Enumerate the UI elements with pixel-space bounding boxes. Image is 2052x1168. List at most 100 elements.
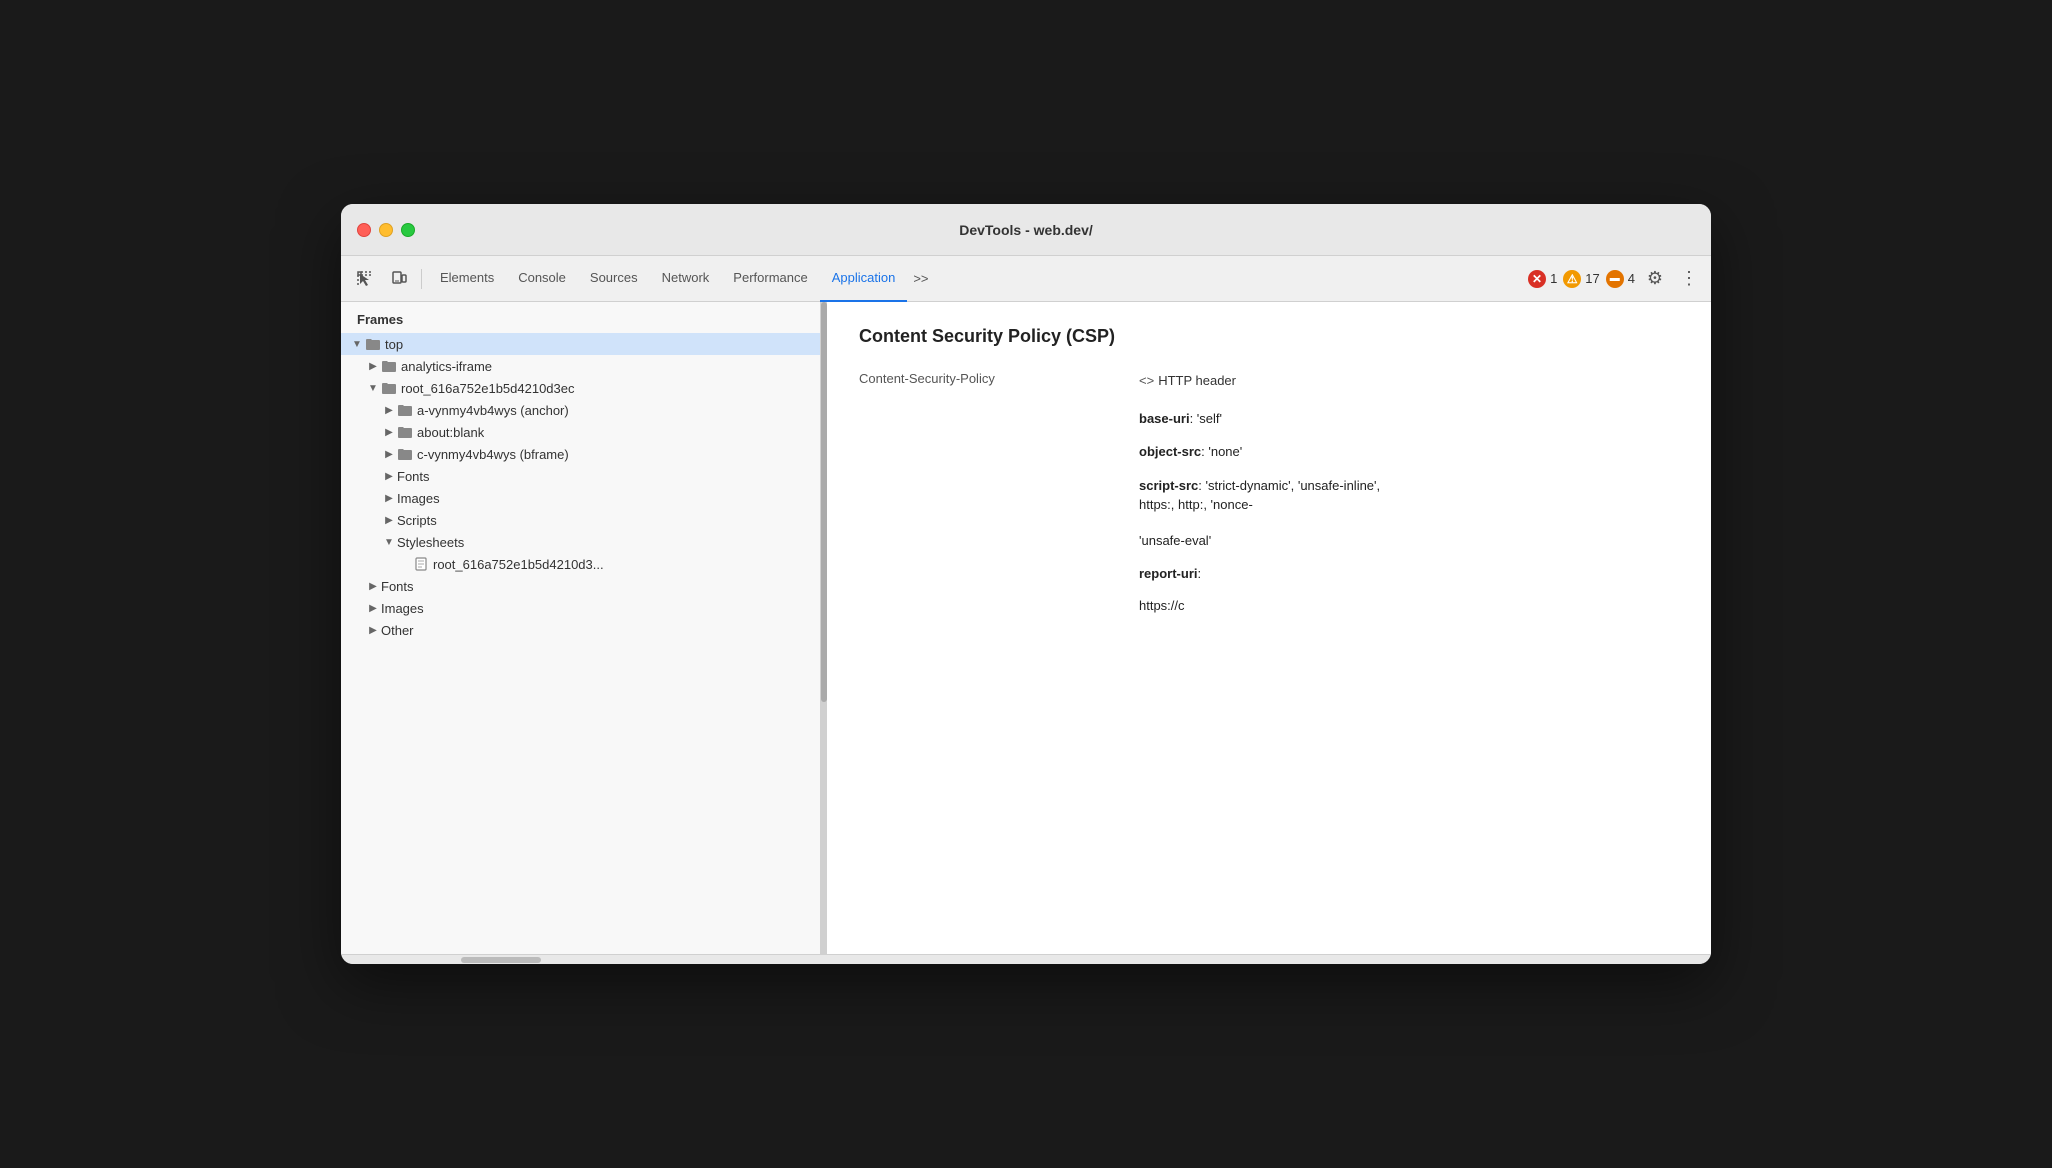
tree-arrow-stylesheets-inner	[381, 534, 397, 550]
tree-arrow-other-outer	[365, 622, 381, 638]
csp-row-object-src: object-src: 'none'	[859, 442, 1679, 462]
sidebar-item-bframe[interactable]: c-vynmy4vb4wys (bframe)	[341, 443, 820, 465]
tree-arrow-root	[365, 380, 381, 396]
sidebar-item-label-about-blank: about:blank	[417, 425, 484, 440]
settings-button[interactable]: ⚙	[1641, 265, 1669, 293]
sidebar-item-scripts-inner[interactable]: Scripts	[341, 509, 820, 531]
csp-row-base-uri: base-uri: 'self'	[859, 409, 1679, 429]
folder-icon-bframe	[397, 447, 413, 461]
sidebar-item-top[interactable]: top	[341, 333, 820, 355]
sidebar-item-label-images-outer: Images	[381, 601, 424, 616]
sidebar-item-root[interactable]: root_616a752e1b5d4210d3ec	[341, 377, 820, 399]
close-button[interactable]	[357, 223, 371, 237]
info-badge[interactable]: ▬ 4	[1606, 270, 1635, 288]
tree-arrow-about-blank	[381, 424, 397, 440]
csp-value-header: <> HTTP header	[1139, 371, 1236, 391]
csp-key-header: Content-Security-Policy	[859, 371, 1139, 386]
tree-arrow-analytics	[365, 358, 381, 374]
more-options-button[interactable]: ⋮	[1675, 265, 1703, 293]
sidebar-item-label-bframe: c-vynmy4vb4wys (bframe)	[417, 447, 569, 462]
sidebar-item-label-root: root_616a752e1b5d4210d3ec	[401, 381, 575, 396]
sidebar-item-fonts-outer[interactable]: Fonts	[341, 575, 820, 597]
tree-arrow-fonts-outer	[365, 578, 381, 594]
device-icon[interactable]	[383, 263, 415, 295]
tab-application[interactable]: Application	[820, 256, 908, 302]
tree-arrow-images-inner	[381, 490, 397, 506]
error-icon: ✕	[1528, 270, 1546, 288]
tab-sources[interactable]: Sources	[578, 256, 650, 302]
warning-count: 17	[1585, 271, 1599, 286]
tab-performance[interactable]: Performance	[721, 256, 819, 302]
csp-row-script-src: script-src: 'strict-dynamic', 'unsafe-in…	[859, 476, 1679, 551]
http-header-tag: <> HTTP header	[1139, 371, 1236, 391]
tab-console[interactable]: Console	[506, 256, 578, 302]
folder-icon-about-blank	[397, 425, 413, 439]
devtools-window: DevTools - web.dev/ Elemen	[341, 204, 1711, 964]
tab-network[interactable]: Network	[650, 256, 722, 302]
tab-overflow-button[interactable]: >>	[907, 256, 934, 302]
warning-icon: ⚠	[1563, 270, 1581, 288]
sidebar-item-images-inner[interactable]: Images	[341, 487, 820, 509]
sidebar-resize-handle[interactable]	[821, 302, 827, 954]
minimize-button[interactable]	[379, 223, 393, 237]
content-panel: Content Security Policy (CSP) Content-Se…	[827, 302, 1711, 954]
tree-arrow-images-outer	[365, 600, 381, 616]
folder-icon-root	[381, 381, 397, 395]
maximize-button[interactable]	[401, 223, 415, 237]
sidebar-item-label-anchor: a-vynmy4vb4wys (anchor)	[417, 403, 569, 418]
sidebar-item-fonts-inner[interactable]: Fonts	[341, 465, 820, 487]
sidebar: Frames top analytics-iframe	[341, 302, 821, 954]
error-count: 1	[1550, 271, 1557, 286]
tree-arrow-bframe	[381, 446, 397, 462]
sidebar-item-label-top: top	[385, 337, 403, 352]
titlebar: DevTools - web.dev/	[341, 204, 1711, 256]
toolbar: Elements Console Sources Network Perform…	[341, 256, 1711, 302]
sidebar-item-label-stylesheets-inner: Stylesheets	[397, 535, 464, 550]
sidebar-header: Frames	[341, 302, 820, 333]
sidebar-item-stylesheet-file[interactable]: root_616a752e1b5d4210d3...	[341, 553, 820, 575]
info-icon: ▬	[1606, 270, 1624, 288]
folder-icon-top	[365, 337, 381, 351]
tree-arrow-fonts-inner	[381, 468, 397, 484]
sidebar-item-label-images-inner: Images	[397, 491, 440, 506]
warning-badge[interactable]: ⚠ 17	[1563, 270, 1599, 288]
folder-icon-analytics	[381, 359, 397, 373]
csp-table: Content-Security-Policy <> HTTP header b…	[859, 371, 1679, 615]
csp-value-object-src: object-src: 'none'	[1139, 442, 1242, 462]
content-panel-title: Content Security Policy (CSP)	[859, 326, 1679, 347]
sidebar-item-label-fonts-inner: Fonts	[397, 469, 430, 484]
tab-list: Elements Console Sources Network Perform…	[428, 256, 1526, 301]
folder-icon-anchor	[397, 403, 413, 417]
sidebar-item-label-fonts-outer: Fonts	[381, 579, 414, 594]
bottom-scrollbar-thumb	[461, 957, 541, 963]
sidebar-item-label-stylesheet-file: root_616a752e1b5d4210d3...	[433, 557, 604, 572]
file-icon-stylesheet	[413, 556, 429, 572]
main-area: Frames top analytics-iframe	[341, 302, 1711, 954]
sidebar-item-analytics-iframe[interactable]: analytics-iframe	[341, 355, 820, 377]
tree-arrow-anchor	[381, 402, 397, 418]
tab-elements[interactable]: Elements	[428, 256, 506, 302]
csp-value-base-uri: base-uri: 'self'	[1139, 409, 1222, 429]
bottom-scrollbar[interactable]	[341, 954, 1711, 964]
sidebar-scrollbar-thumb	[821, 302, 827, 702]
sidebar-item-other-outer[interactable]: Other	[341, 619, 820, 641]
sidebar-item-about-blank[interactable]: about:blank	[341, 421, 820, 443]
sidebar-item-images-outer[interactable]: Images	[341, 597, 820, 619]
tree-arrow-top	[349, 336, 365, 352]
csp-value-report-uri: report-uri: https://c	[1139, 564, 1201, 615]
csp-row-header: Content-Security-Policy <> HTTP header	[859, 371, 1679, 391]
traffic-lights	[357, 223, 415, 237]
error-badge[interactable]: ✕ 1	[1528, 270, 1557, 288]
sidebar-item-stylesheets-inner[interactable]: Stylesheets	[341, 531, 820, 553]
tree-arrow-scripts-inner	[381, 512, 397, 528]
toolbar-separator	[421, 269, 422, 289]
window-title: DevTools - web.dev/	[959, 222, 1093, 238]
sidebar-item-label-scripts-inner: Scripts	[397, 513, 437, 528]
toolbar-right: ✕ 1 ⚠ 17 ▬ 4 ⚙ ⋮	[1528, 265, 1703, 293]
selector-icon[interactable]	[349, 263, 381, 295]
info-count: 4	[1628, 271, 1635, 286]
csp-value-script-src: script-src: 'strict-dynamic', 'unsafe-in…	[1139, 476, 1380, 551]
sidebar-item-label-other-outer: Other	[381, 623, 414, 638]
sidebar-item-label-analytics: analytics-iframe	[401, 359, 492, 374]
sidebar-item-anchor[interactable]: a-vynmy4vb4wys (anchor)	[341, 399, 820, 421]
